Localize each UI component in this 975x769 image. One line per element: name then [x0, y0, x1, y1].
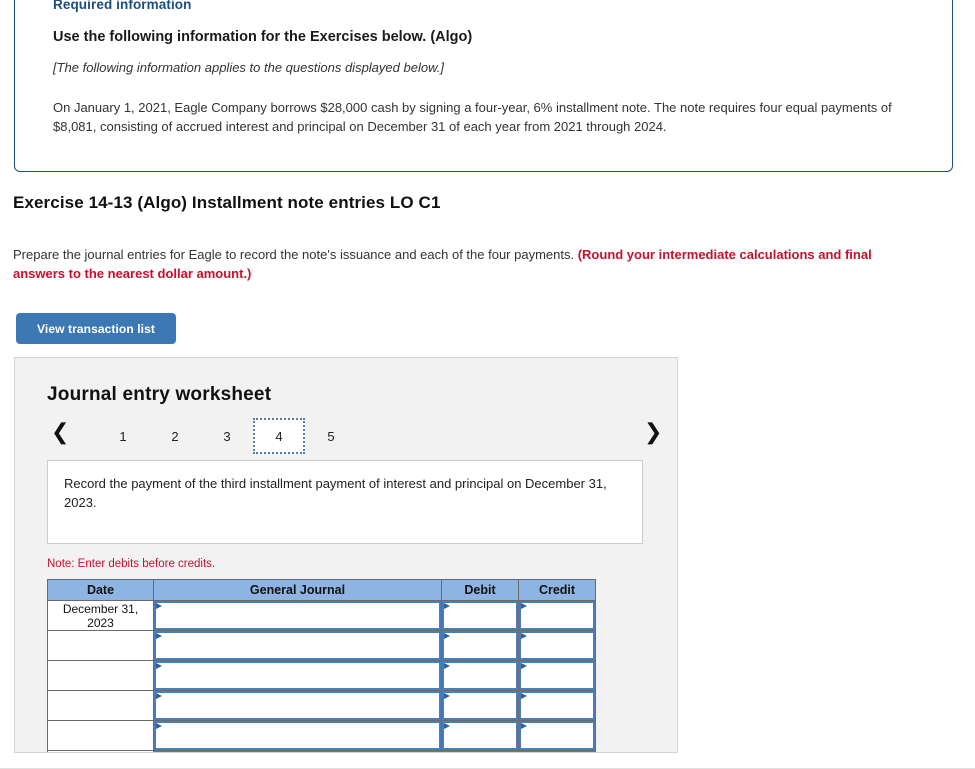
- row-2-debit-input[interactable]: [442, 661, 518, 690]
- dropdown-marker-icon: [156, 603, 162, 609]
- required-information-card: Required information Use the following i…: [14, 0, 953, 172]
- dropdown-marker-icon: [444, 633, 450, 639]
- row-2-general-journal-input[interactable]: [154, 661, 441, 690]
- exercise-title: Exercise 14-13 (Algo) Installment note e…: [13, 193, 441, 212]
- row-0-credit-input[interactable]: [519, 601, 595, 630]
- row-5-general-journal-input[interactable]: [154, 751, 441, 752]
- row-4-general-journal-cell[interactable]: [153, 720, 442, 751]
- dropdown-marker-icon: [521, 723, 527, 729]
- row-4-general-journal-input[interactable]: [154, 721, 441, 750]
- dropdown-marker-icon: [444, 723, 450, 729]
- chevron-left-icon[interactable]: ❮: [51, 420, 69, 446]
- row-3-date-cell: [47, 690, 154, 721]
- row-5-date-cell: [47, 750, 154, 752]
- row-3-general-journal-input[interactable]: [154, 691, 441, 720]
- table-row: [47, 750, 596, 752]
- table-row: [47, 660, 596, 691]
- row-4-debit-input[interactable]: [442, 721, 518, 750]
- dropdown-marker-icon: [521, 603, 527, 609]
- row-0-general-journal-input[interactable]: [154, 601, 441, 630]
- column-header-debit: Debit: [441, 579, 519, 601]
- dropdown-marker-icon: [156, 723, 162, 729]
- row-1-general-journal-input[interactable]: [154, 631, 441, 660]
- journal-table-header-row: Date General Journal Debit Credit: [47, 579, 596, 601]
- dropdown-marker-icon: [156, 693, 162, 699]
- dropdown-marker-icon: [521, 633, 527, 639]
- dropdown-marker-icon: [444, 663, 450, 669]
- row-2-date-cell: [47, 660, 154, 691]
- row-1-credit-input[interactable]: [519, 631, 595, 660]
- table-row: [47, 720, 596, 751]
- dropdown-marker-icon: [156, 663, 162, 669]
- dropdown-marker-icon: [444, 693, 450, 699]
- journal-entry-worksheet-panel: Journal entry worksheet ❮ 1 2 3 4 5 ❯ Re…: [14, 357, 678, 753]
- row-0-debit-cell[interactable]: [441, 600, 519, 631]
- row-4-credit-input[interactable]: [519, 721, 595, 750]
- row-0-credit-cell[interactable]: [518, 600, 596, 631]
- required-information-body: On January 1, 2021, Eagle Company borrow…: [53, 100, 892, 134]
- dropdown-marker-icon: [521, 663, 527, 669]
- row-2-credit-input[interactable]: [519, 661, 595, 690]
- row-5-credit-cell[interactable]: [518, 750, 596, 752]
- worksheet-page-numbers: 1 2 3 4 5: [97, 418, 357, 454]
- row-5-credit-input[interactable]: [519, 751, 595, 752]
- worksheet-note: Note: Enter debits before credits.: [47, 558, 216, 570]
- worksheet-page-3[interactable]: 3: [201, 418, 253, 454]
- row-2-debit-cell[interactable]: [441, 660, 519, 691]
- view-transaction-list-button[interactable]: View transaction list: [16, 313, 176, 344]
- row-3-debit-cell[interactable]: [441, 690, 519, 721]
- row-3-credit-input[interactable]: [519, 691, 595, 720]
- row-5-debit-cell[interactable]: [441, 750, 519, 752]
- row-0-general-journal-cell[interactable]: [153, 600, 442, 631]
- row-4-date-cell: [47, 720, 154, 751]
- worksheet-page-1[interactable]: 1: [97, 418, 149, 454]
- row-3-credit-cell[interactable]: [518, 690, 596, 721]
- worksheet-pager: ❮ 1 2 3 4 5 ❯: [47, 418, 662, 458]
- row-1-general-journal-cell[interactable]: [153, 630, 442, 661]
- row-3-debit-input[interactable]: [442, 691, 518, 720]
- row-0-debit-input[interactable]: [442, 601, 518, 630]
- column-header-credit: Credit: [518, 579, 596, 601]
- table-row: [47, 690, 596, 721]
- row-1-debit-cell[interactable]: [441, 630, 519, 661]
- dropdown-marker-icon: [156, 633, 162, 639]
- row-4-credit-cell[interactable]: [518, 720, 596, 751]
- row-4-debit-cell[interactable]: [441, 720, 519, 751]
- chevron-right-icon[interactable]: ❯: [644, 420, 662, 446]
- row-2-credit-cell[interactable]: [518, 660, 596, 691]
- row-5-general-journal-cell[interactable]: [153, 750, 442, 752]
- row-1-date-cell: [47, 630, 154, 661]
- worksheet-title: Journal entry worksheet: [47, 384, 272, 405]
- row-5-debit-input[interactable]: [442, 751, 518, 752]
- exercise-prompt-text: Prepare the journal entries for Eagle to…: [13, 247, 578, 262]
- exercise-prompt: Prepare the journal entries for Eagle to…: [13, 245, 918, 283]
- journal-entry-table: Date General Journal Debit Credit Decemb…: [47, 579, 596, 752]
- worksheet-instruction-box: Record the payment of the third installm…: [47, 460, 643, 544]
- table-row: December 31, 2023: [47, 600, 596, 631]
- dropdown-marker-icon: [521, 693, 527, 699]
- table-row: [47, 630, 596, 661]
- column-header-general-journal: General Journal: [153, 579, 442, 601]
- required-information-italic-note: [The following information applies to th…: [53, 60, 444, 75]
- row-1-debit-input[interactable]: [442, 631, 518, 660]
- row-2-general-journal-cell[interactable]: [153, 660, 442, 691]
- worksheet-page-2[interactable]: 2: [149, 418, 201, 454]
- required-information-title: Required information: [53, 0, 192, 12]
- dropdown-marker-icon: [444, 603, 450, 609]
- worksheet-page-4[interactable]: 4: [253, 418, 305, 454]
- worksheet-page-5[interactable]: 5: [305, 418, 357, 454]
- required-information-subtitle: Use the following information for the Ex…: [53, 29, 473, 45]
- row-0-date-cell: December 31, 2023: [47, 600, 154, 631]
- row-3-general-journal-cell[interactable]: [153, 690, 442, 721]
- row-1-credit-cell[interactable]: [518, 630, 596, 661]
- column-header-date: Date: [47, 579, 154, 601]
